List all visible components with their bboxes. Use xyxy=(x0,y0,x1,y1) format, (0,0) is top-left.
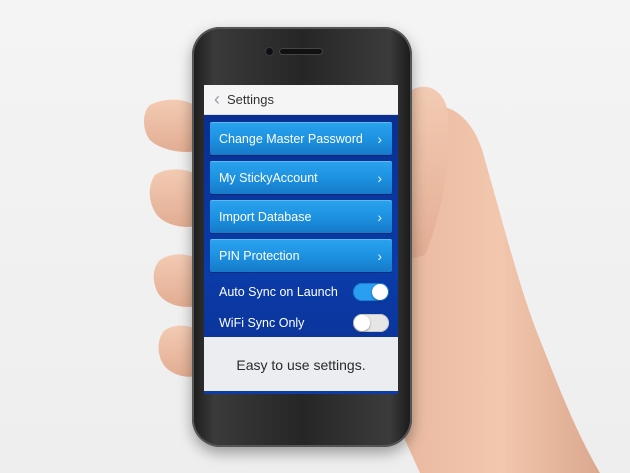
toggle-label: Auto Sync on Launch xyxy=(219,285,338,299)
chevron-right-icon: › xyxy=(377,130,382,147)
auto-sync-toggle[interactable] xyxy=(353,283,389,301)
toggle-knob xyxy=(354,315,370,331)
menu-item-label: Import Database xyxy=(219,209,312,224)
chevron-right-icon: › xyxy=(377,247,382,264)
menu-item-label: My StickyAccount xyxy=(219,170,318,185)
chevron-right-icon: › xyxy=(377,169,382,186)
chevron-left-icon[interactable]: ‹ xyxy=(208,85,226,114)
menu-item-label: PIN Protection xyxy=(219,248,300,263)
pin-protection-button[interactable]: PIN Protection › xyxy=(210,239,392,272)
caption-text: Easy to use settings. xyxy=(236,357,366,373)
my-stickyaccount-button[interactable]: My StickyAccount › xyxy=(210,161,392,194)
earpiece xyxy=(280,49,322,54)
chevron-right-icon: › xyxy=(377,208,382,225)
settings-menu: Change Master Password › My StickyAccoun… xyxy=(210,122,392,278)
settings-header: ‹ Settings xyxy=(204,85,398,115)
toggle-knob xyxy=(372,284,388,300)
wifi-sync-toggle[interactable] xyxy=(353,314,389,332)
page-title: Settings xyxy=(227,92,274,107)
caption-banner: Easy to use settings. xyxy=(204,337,398,393)
wifi-sync-row: WiFi Sync Only xyxy=(219,312,389,334)
toggle-label: WiFi Sync Only xyxy=(219,316,305,330)
auto-sync-row: Auto Sync on Launch xyxy=(219,281,389,303)
change-master-password-button[interactable]: Change Master Password › xyxy=(210,122,392,155)
settings-screen: ‹ Settings Change Master Password › My S… xyxy=(204,85,398,393)
import-database-button[interactable]: Import Database › xyxy=(210,200,392,233)
camera-icon xyxy=(266,48,273,55)
screen-bottom-edge xyxy=(204,391,398,394)
menu-item-label: Change Master Password xyxy=(219,131,363,146)
